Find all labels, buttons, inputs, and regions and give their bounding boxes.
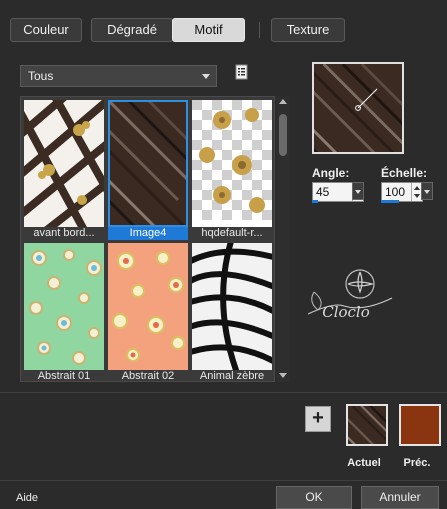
pattern-cell-image4[interactable]: Image4 bbox=[108, 100, 188, 240]
current-swatch[interactable] bbox=[346, 404, 388, 446]
angle-dropdown[interactable] bbox=[352, 182, 364, 200]
watermark-logo: Cloclo bbox=[304, 262, 396, 332]
chevron-down-icon bbox=[424, 190, 430, 194]
pattern-caption: Abstrait 02 bbox=[108, 370, 188, 381]
pattern-cell-abstrait-02[interactable]: Abstrait 02 bbox=[108, 243, 188, 381]
current-swatch-label: Actuel bbox=[347, 457, 381, 469]
document-list-icon[interactable] bbox=[234, 64, 250, 80]
angle-slider-fill[interactable] bbox=[312, 200, 318, 203]
angle-label: Angle: bbox=[312, 166, 350, 180]
tab-bar: Couleur Dégradé Motif Texture bbox=[10, 18, 440, 44]
category-dropdown-value: Tous bbox=[28, 69, 54, 83]
scale-value: 100 bbox=[385, 185, 406, 199]
scale-slider-fill[interactable] bbox=[381, 200, 399, 203]
pattern-cell-abstrait-01[interactable]: Abstrait 01 bbox=[24, 243, 104, 381]
tab-degrade[interactable]: Dégradé bbox=[91, 18, 173, 42]
scale-input[interactable]: 100 bbox=[381, 182, 423, 202]
scroll-down-icon[interactable] bbox=[279, 373, 287, 378]
scrollbar-thumb[interactable] bbox=[279, 114, 287, 156]
pattern-caption: Image4 bbox=[108, 227, 188, 240]
svg-text:Cloclo: Cloclo bbox=[322, 303, 370, 321]
scale-dropdown[interactable] bbox=[421, 182, 433, 200]
pattern-preview[interactable] bbox=[312, 62, 404, 154]
previous-swatch-label: Préc. bbox=[403, 457, 431, 469]
help-link[interactable]: Aide bbox=[16, 492, 38, 504]
pattern-thumbnail bbox=[108, 100, 188, 227]
divider bbox=[0, 480, 447, 481]
scroll-up-icon[interactable] bbox=[279, 99, 287, 104]
pattern-thumbnail bbox=[24, 100, 104, 227]
pattern-thumbnail bbox=[192, 243, 272, 370]
tab-couleur[interactable]: Couleur bbox=[10, 18, 82, 42]
add-swatch-button[interactable]: + bbox=[305, 406, 331, 432]
ok-button[interactable]: OK bbox=[276, 486, 352, 509]
pattern-caption: hqdefault-r... bbox=[192, 227, 272, 240]
category-dropdown[interactable]: Tous bbox=[20, 65, 217, 87]
previous-swatch[interactable] bbox=[399, 404, 441, 446]
pattern-caption: Abstrait 01 bbox=[24, 370, 104, 381]
pattern-cell-animal-zebre[interactable]: Animal zèbre bbox=[192, 243, 272, 381]
pattern-thumbnail bbox=[192, 100, 272, 227]
pattern-grid-scrollbar[interactable] bbox=[276, 96, 290, 382]
pattern-thumbnail bbox=[24, 243, 104, 370]
tab-separator bbox=[259, 22, 260, 38]
tab-motif[interactable]: Motif bbox=[172, 18, 245, 42]
tab-texture[interactable]: Texture bbox=[271, 18, 345, 42]
pattern-caption: avant bord... bbox=[24, 227, 104, 240]
pattern-grid: avant bord... Image4 hqdefault-r... Abst… bbox=[20, 96, 275, 382]
pattern-thumbnail bbox=[108, 243, 188, 370]
divider bbox=[0, 392, 447, 393]
pattern-cell-avant-bord[interactable]: avant bord... bbox=[24, 100, 104, 240]
chevron-down-icon bbox=[355, 190, 361, 194]
cancel-button[interactable]: Annuler bbox=[361, 486, 439, 509]
pattern-caption: Animal zèbre bbox=[192, 370, 272, 381]
chevron-down-icon bbox=[202, 74, 210, 79]
pattern-cell-hqdefault[interactable]: hqdefault-r... bbox=[192, 100, 272, 240]
scale-label: Échelle: bbox=[381, 166, 428, 180]
angle-value: 45 bbox=[316, 185, 330, 199]
